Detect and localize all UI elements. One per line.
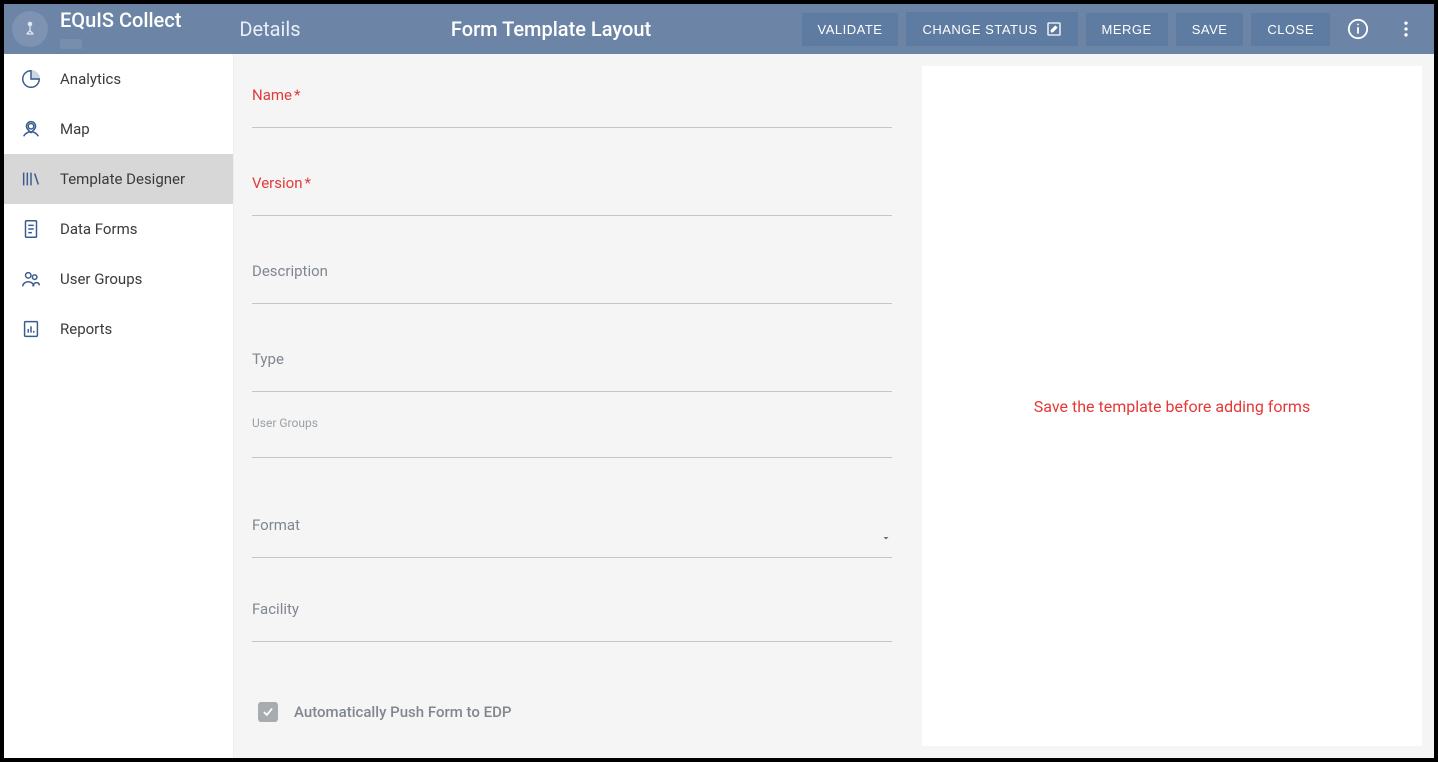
center-title: Form Template Layout <box>309 17 794 41</box>
bar-chart-icon <box>20 318 42 340</box>
change-status-button[interactable]: CHANGE STATUS <box>906 12 1077 46</box>
sidebar-item-template-designer[interactable]: Template Designer <box>4 154 233 204</box>
pie-chart-icon <box>20 68 42 90</box>
sidebar-item-analytics[interactable]: Analytics <box>4 54 233 104</box>
info-button[interactable] <box>1338 9 1378 49</box>
sidebar-item-label: User Groups <box>60 270 142 288</box>
close-button[interactable]: CLOSE <box>1251 13 1330 46</box>
app-header: EQuIS Collect Details Form Template Layo… <box>4 4 1434 54</box>
dots-vertical-icon <box>1396 19 1416 39</box>
logo-icon <box>20 19 40 39</box>
sidebar-item-label: Reports <box>60 320 112 338</box>
users-icon <box>20 268 42 290</box>
sidebar-item-data-forms[interactable]: Data Forms <box>4 204 233 254</box>
check-icon <box>261 705 275 719</box>
app-title: EQuIS Collect <box>60 9 181 31</box>
page-title: Details <box>239 17 300 41</box>
sidebar-item-label: Map <box>60 120 90 138</box>
sidebar-item-map[interactable]: Map <box>4 104 233 154</box>
format-select[interactable] <box>252 514 892 558</box>
sidebar-item-label: Template Designer <box>60 170 185 188</box>
app-title-sub <box>60 39 82 49</box>
map-pin-icon <box>20 118 42 140</box>
name-input[interactable] <box>252 84 892 128</box>
more-menu-button[interactable] <box>1386 9 1426 49</box>
save-button[interactable]: SAVE <box>1176 13 1244 46</box>
preview-panel: Save the template before adding forms <box>922 66 1422 746</box>
form-panel: Name* Version* Description Type User Gro <box>252 66 892 758</box>
document-icon <box>20 218 42 240</box>
auto-push-label: Automatically Push Form to EDP <box>294 703 511 721</box>
facility-input[interactable] <box>252 598 892 642</box>
sidebar: Analytics Map Template Designer Data For… <box>4 54 234 758</box>
sidebar-item-label: Data Forms <box>60 220 137 238</box>
edit-square-icon <box>1046 21 1062 37</box>
merge-button[interactable]: MERGE <box>1086 13 1168 46</box>
user-groups-input[interactable] <box>252 422 892 458</box>
app-logo[interactable] <box>12 11 48 47</box>
auto-push-checkbox[interactable] <box>258 702 278 722</box>
preview-message: Save the template before adding forms <box>1034 397 1310 416</box>
type-input[interactable] <box>252 348 892 392</box>
validate-button[interactable]: VALIDATE <box>802 13 899 46</box>
change-status-label: CHANGE STATUS <box>922 22 1037 37</box>
info-icon <box>1347 18 1369 40</box>
books-icon <box>20 168 42 190</box>
description-input[interactable] <box>252 260 892 304</box>
version-input[interactable] <box>252 172 892 216</box>
sidebar-item-user-groups[interactable]: User Groups <box>4 254 233 304</box>
sidebar-item-label: Analytics <box>60 70 121 88</box>
sidebar-item-reports[interactable]: Reports <box>4 304 233 354</box>
